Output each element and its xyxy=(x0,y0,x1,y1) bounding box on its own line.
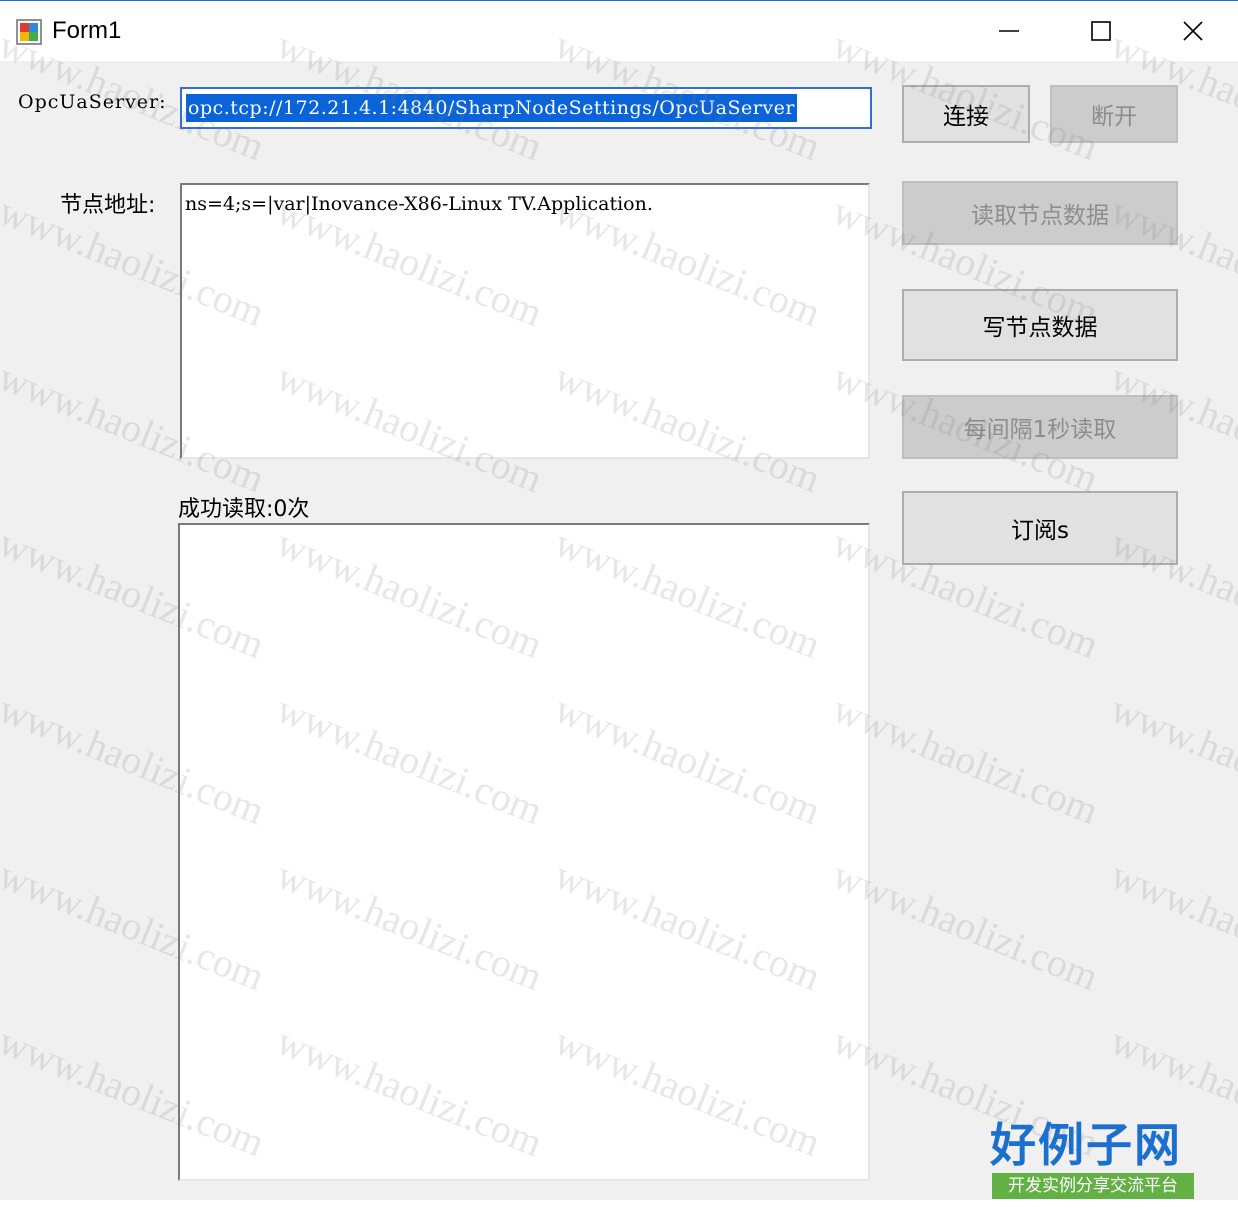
node-address-label: 节点地址: xyxy=(60,193,156,218)
server-label: OpcUaServer: xyxy=(18,91,167,113)
node-address-textarea[interactable]: ns=4;s=|var|Inovance-X86-Linux TV.Applic… xyxy=(180,183,870,459)
read-count-label: 成功读取:0次 xyxy=(178,497,310,522)
watermark-text: www.haolizi.com xyxy=(1104,851,1238,1000)
server-url-input[interactable]: opc.tcp://172.21.4.1:4840/SharpNodeSetti… xyxy=(180,87,872,129)
maximize-button[interactable] xyxy=(1056,1,1146,61)
site-logo: 好例子网 开发实例分享交流平台 xyxy=(990,1119,1196,1200)
read-interval-button[interactable]: 每间隔1秒读取 xyxy=(902,395,1178,459)
form-window: Form1 OpcUaServer: opc.tcp://172.21.4.1:… xyxy=(0,0,1238,1200)
close-icon xyxy=(1183,21,1203,41)
node-address-value: ns=4;s=|var|Inovance-X86-Linux TV.Applic… xyxy=(185,193,653,215)
disconnect-button[interactable]: 断开 xyxy=(1050,85,1178,143)
title-bar[interactable]: Form1 xyxy=(0,1,1238,61)
form-app-icon xyxy=(16,19,42,45)
logo-tagline: 开发实例分享交流平台 xyxy=(992,1173,1194,1199)
maximize-icon xyxy=(1091,21,1111,41)
close-button[interactable] xyxy=(1148,1,1238,61)
minimize-icon xyxy=(999,30,1019,32)
subscribe-button[interactable]: 订阅s xyxy=(902,491,1178,565)
watermark-text: www.haolizi.com xyxy=(1104,685,1238,834)
server-url-selected-text: opc.tcp://172.21.4.1:4840/SharpNodeSetti… xyxy=(186,94,797,122)
write-node-button[interactable]: 写节点数据 xyxy=(902,289,1178,361)
background-strip xyxy=(0,1200,1238,1208)
output-log-textarea[interactable] xyxy=(178,523,870,1181)
logo-main-text: 好例子网 xyxy=(990,1118,1182,1172)
connect-button[interactable]: 连接 xyxy=(902,85,1030,143)
read-node-button[interactable]: 读取节点数据 xyxy=(902,181,1178,245)
minimize-button[interactable] xyxy=(964,1,1054,61)
window-title: Form1 xyxy=(52,17,122,44)
